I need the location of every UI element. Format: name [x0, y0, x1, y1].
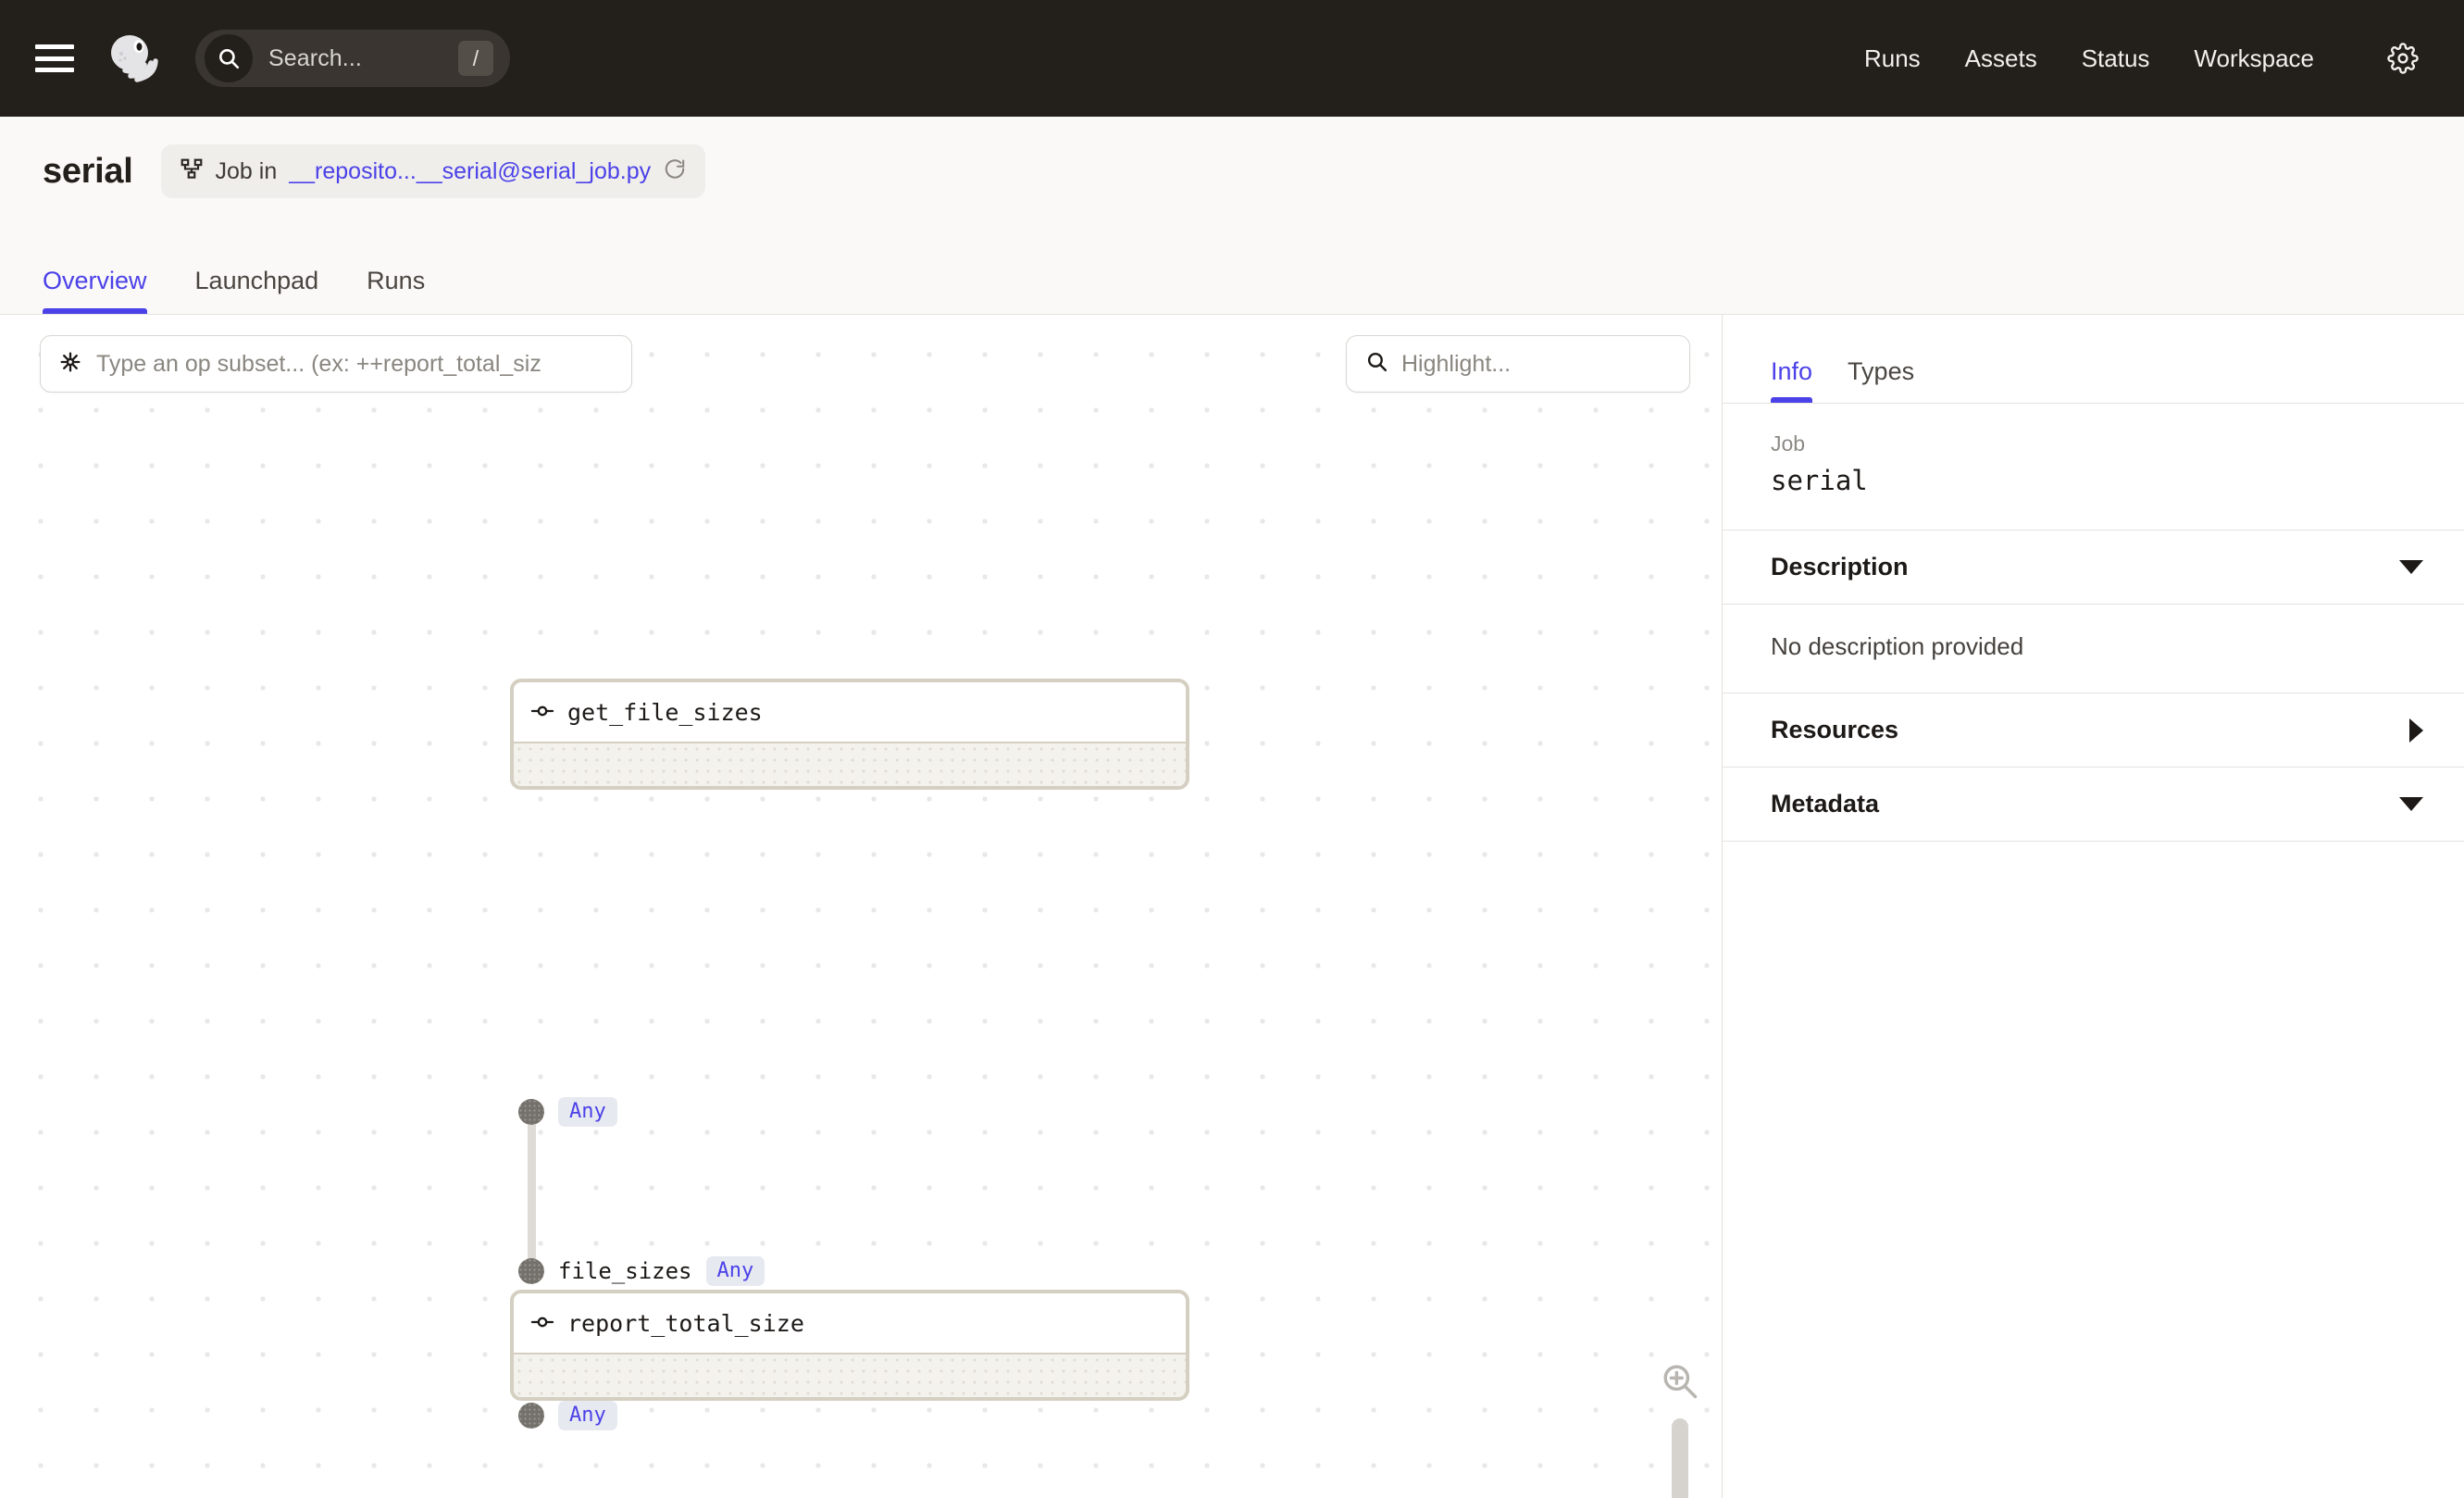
op-node-report-total-size[interactable]: report_total_size — [510, 1290, 1189, 1401]
zoom-control — [1651, 1361, 1709, 1498]
op-icon — [530, 1310, 554, 1337]
job-chip-prefix: Job in — [215, 157, 278, 184]
op-node-name: report_total_size — [567, 1309, 804, 1337]
port-name-label: file_sizes — [558, 1258, 692, 1284]
op-node-name: get_file_sizes — [567, 698, 763, 726]
nav-link-runs[interactable]: Runs — [1864, 44, 1921, 73]
inspector-tab-types[interactable]: Types — [1848, 357, 1914, 403]
search-shortcut-key: / — [458, 41, 493, 76]
top-nav-links: Runs Assets Status Workspace — [1864, 40, 2429, 77]
hamburger-bar — [35, 44, 74, 49]
hamburger-bar — [35, 68, 74, 72]
op-output-port-report-total-size[interactable]: Any — [518, 1401, 617, 1430]
highlight-placeholder: Highlight... — [1401, 350, 1512, 377]
op-output-port-get-file-sizes[interactable]: Any — [518, 1097, 617, 1127]
hamburger-bar — [35, 56, 74, 61]
inspector-tabs: Info Types — [1723, 315, 2464, 404]
inspector-panel: Info Types Job serial Description No des… — [1722, 315, 2464, 1498]
port-type-badge[interactable]: Any — [558, 1097, 617, 1127]
tab-overview[interactable]: Overview — [43, 267, 147, 314]
tab-launchpad[interactable]: Launchpad — [195, 267, 319, 314]
global-search-placeholder: Search... — [268, 44, 362, 71]
nav-link-assets[interactable]: Assets — [1965, 44, 2037, 73]
job-info-section: Job serial — [1723, 404, 2464, 531]
description-label: Description — [1771, 553, 1909, 580]
port-dot-icon — [518, 1258, 544, 1284]
metadata-label: Metadata — [1771, 790, 1880, 818]
main-content: Type an op subset... (ex: ++report_total… — [0, 315, 2464, 1498]
highlight-input[interactable]: Highlight... — [1346, 335, 1690, 393]
hamburger-icon[interactable] — [35, 44, 74, 72]
port-type-badge[interactable]: Any — [558, 1401, 617, 1430]
inspector-tab-info[interactable]: Info — [1771, 357, 1813, 403]
page-header: serial Job in __reposito...__serial@seri… — [0, 117, 2464, 315]
chevron-right-icon — [2409, 718, 2423, 743]
page-title: serial — [43, 151, 133, 191]
job-breadcrumb-chip[interactable]: Job in __reposito...__serial@serial_job.… — [160, 144, 706, 198]
graph-edge — [528, 1120, 536, 1268]
resources-section-header[interactable]: Resources — [1723, 693, 2464, 768]
resources-label: Resources — [1771, 716, 1899, 743]
gear-icon[interactable] — [2384, 40, 2421, 77]
dagster-logo[interactable] — [105, 30, 162, 87]
job-field-value: serial — [1771, 465, 1868, 496]
job-chip-link[interactable]: __reposito...__serial@serial_job.py — [289, 158, 651, 185]
global-search-input[interactable]: Search... / — [195, 30, 510, 87]
page-tabs: Overview Launchpad Runs — [0, 231, 425, 314]
search-icon — [205, 34, 253, 82]
op-subset-placeholder: Type an op subset... (ex: ++report_total… — [96, 350, 541, 377]
op-node-header: get_file_sizes — [514, 682, 1186, 743]
refresh-icon[interactable] — [663, 157, 687, 186]
op-icon — [530, 699, 554, 726]
port-dot-icon — [518, 1099, 544, 1125]
description-body: No description provided — [1723, 605, 2464, 693]
zoom-slider-track[interactable] — [1672, 1418, 1688, 1498]
job-graph-canvas[interactable]: Type an op subset... (ex: ++report_total… — [0, 315, 1722, 1498]
search-icon — [1365, 350, 1388, 378]
tab-runs[interactable]: Runs — [367, 267, 425, 314]
title-row: serial Job in __reposito...__serial@seri… — [0, 117, 2464, 198]
top-navigation-bar: Search... / Runs Assets Status Workspace — [0, 0, 2464, 117]
port-dot-icon — [518, 1403, 544, 1429]
nav-link-status[interactable]: Status — [2082, 44, 2150, 73]
op-input-port-file-sizes[interactable]: file_sizes Any — [518, 1256, 765, 1286]
op-node-body — [514, 1354, 1186, 1397]
job-field-label: Job — [1771, 431, 1806, 456]
zoom-in-icon[interactable] — [1660, 1361, 1700, 1402]
description-section-header[interactable]: Description — [1723, 531, 2464, 605]
op-selection-icon — [57, 349, 83, 380]
op-node-body — [514, 743, 1186, 786]
op-subset-input[interactable]: Type an op subset... (ex: ++report_total… — [40, 335, 632, 393]
nav-link-workspace[interactable]: Workspace — [2194, 44, 2314, 73]
op-node-header: report_total_size — [514, 1293, 1186, 1354]
chevron-down-icon — [2399, 797, 2423, 811]
op-node-get-file-sizes[interactable]: get_file_sizes — [510, 679, 1189, 790]
job-graph-icon — [180, 157, 204, 186]
metadata-section-header[interactable]: Metadata — [1723, 768, 2464, 842]
chevron-down-icon — [2399, 560, 2423, 574]
port-type-badge[interactable]: Any — [705, 1256, 765, 1286]
